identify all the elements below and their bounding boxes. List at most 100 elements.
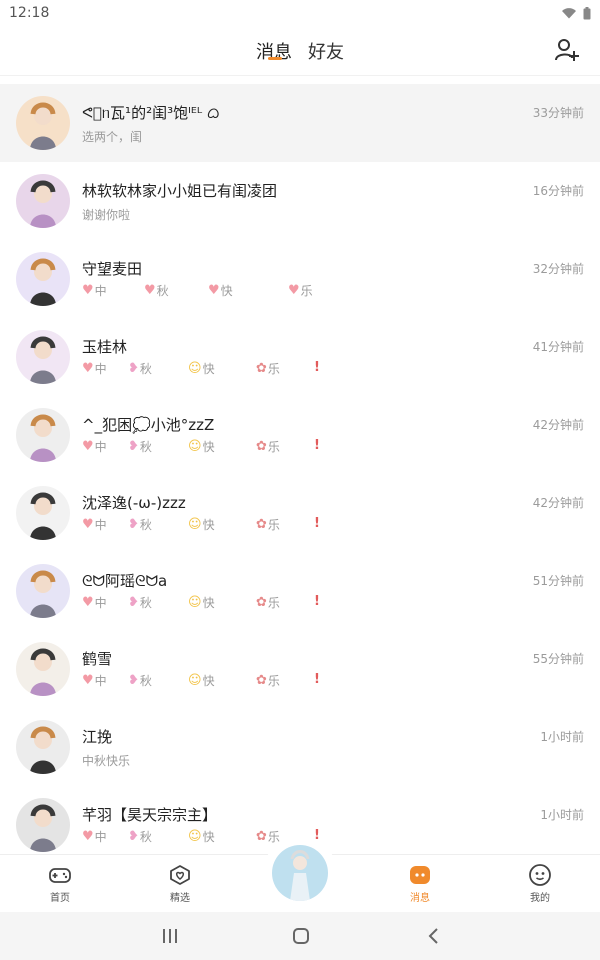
person-add-icon[interactable]: [554, 37, 580, 63]
header-divider: [0, 75, 600, 76]
back-icon[interactable]: [424, 926, 444, 946]
message-preview: ♥ 中 ❥ 秋 ☺ 快 ✿ 乐!: [82, 438, 342, 456]
message-time: 32分钟前: [532, 262, 584, 276]
message-preview: 选两个，闺: [82, 130, 143, 144]
nav-profile[interactable]: 我的: [500, 863, 580, 904]
emoji-text: 秋: [139, 830, 152, 844]
home-icon[interactable]: [291, 926, 311, 946]
emoji-text: 秋: [139, 518, 152, 532]
battery-icon: [583, 6, 591, 20]
rose-icon: ✿: [256, 595, 267, 610]
message-time: 16分钟前: [532, 184, 584, 198]
emoji-text: 快: [220, 284, 233, 298]
sparkle-heart-icon: ❥: [128, 595, 139, 610]
nav-messages-label: 消息: [410, 893, 430, 904]
emoji-text: 乐: [267, 674, 280, 688]
conversation-row[interactable]: 玉桂林 41分钟前 ♥ 中 ❥ 秋 ☺ 快 ✿ 乐!: [0, 318, 600, 396]
conversation-row[interactable]: ^_犯困💭小池°zzZ 42分钟前 ♥ 中 ❥ 秋 ☺ 快 ✿ 乐!: [0, 396, 600, 474]
heart-icon: ♥: [82, 517, 94, 532]
contact-name: ᕙ᷁ᥒ瓦¹的²闺³饱ᴵᴱᴸ ᜊ: [82, 104, 220, 122]
emoji-text: 中: [94, 284, 107, 298]
tab-friends[interactable]: 好友: [308, 38, 344, 64]
bottom-nav: 首页 精选 消息 我的: [0, 837, 600, 913]
conversation-row[interactable]: 林软软林家小小姐已有闺凌团 16分钟前谢谢你啦: [0, 162, 600, 240]
face-icon: [529, 864, 551, 886]
tab-messages[interactable]: 消息: [256, 38, 292, 64]
exclamation-icon: !: [314, 594, 320, 609]
message-time: 55分钟前: [532, 652, 584, 666]
sparkle-heart-icon: ❥: [128, 439, 139, 454]
contact-name: ᘓᗢ阿瑶ᘓᗢa: [82, 572, 168, 590]
message-preview: ♥ 中 ❥ 秋 ☺ 快 ✿ 乐!: [82, 360, 342, 378]
message-icon: [410, 866, 430, 884]
status-bar: 12:18: [0, 0, 600, 26]
smile-icon: ☺: [188, 829, 202, 844]
contact-name: 沈泽逸(-ω-)zzz: [82, 494, 186, 512]
conversation-row[interactable]: 鹤雪 55分钟前 ♥ 中 ❥ 秋 ☺ 快 ✿ 乐!: [0, 630, 600, 708]
exclamation-icon: !: [314, 516, 320, 531]
avatar[interactable]: [16, 252, 70, 306]
top-nav: 消息 好友: [0, 26, 600, 76]
message-preview: ♥ 中 ❥ 秋 ☺ 快 ✿ 乐!: [82, 516, 342, 534]
emoji-text: 快: [202, 362, 215, 376]
conversation-row[interactable]: ᘓᗢ阿瑶ᘓᗢa 51分钟前 ♥ 中 ❥ 秋 ☺ 快 ✿ 乐!: [0, 552, 600, 630]
emoji-text: 秋: [139, 362, 152, 376]
center-avatar-button[interactable]: [262, 837, 338, 913]
smile-icon: ☺: [188, 361, 202, 376]
sparkle-heart-icon: ❥: [128, 829, 139, 844]
header-tabs: 消息 好友: [0, 38, 600, 64]
contact-name: 林软软林家小小姐已有闺凌团: [82, 182, 278, 200]
avatar[interactable]: [16, 798, 70, 852]
emoji-text: 乐: [267, 518, 280, 532]
conversation-list: ᕙ᷁ᥒ瓦¹的²闺³饱ᴵᴱᴸ ᜊ 33分钟前 选两个，闺林软软林家小小姐已有闺凌团 16…: [0, 84, 600, 864]
heart-icon: ♥: [82, 361, 94, 376]
wifi-icon: [561, 7, 577, 19]
heart-icon: ♥: [288, 283, 300, 298]
avatar[interactable]: [16, 330, 70, 384]
nav-home-label: 首页: [50, 893, 70, 904]
avatar[interactable]: [16, 486, 70, 540]
avatar[interactable]: [16, 564, 70, 618]
recent-apps-icon[interactable]: [160, 926, 180, 946]
conversation-row[interactable]: 守望麦田 32分钟前 ♥ 中 ♥ 秋 ♥ 快 ♥ 乐: [0, 240, 600, 318]
message-preview: 谢谢你啦: [82, 208, 131, 222]
emoji-text: 乐: [267, 596, 280, 610]
emoji-text: 快: [202, 440, 215, 454]
sparkle-heart-icon: ❥: [128, 517, 139, 532]
message-preview: ♥ 中 ❥ 秋 ☺ 快 ✿ 乐!: [82, 672, 342, 690]
nav-featured[interactable]: 精选: [140, 863, 220, 904]
exclamation-icon: !: [314, 360, 320, 375]
conversation-row[interactable]: 沈泽逸(-ω-)zzz 42分钟前 ♥ 中 ❥ 秋 ☺ 快 ✿ 乐!: [0, 474, 600, 552]
emoji-text: 中: [94, 518, 107, 532]
heart-icon: ♥: [82, 829, 94, 844]
rose-icon: ✿: [256, 361, 267, 376]
message-preview: ♥ 中 ♥ 秋 ♥ 快 ♥ 乐: [82, 282, 342, 300]
emoji-text: 乐: [300, 284, 313, 298]
avatar[interactable]: [16, 720, 70, 774]
avatar[interactable]: [16, 408, 70, 462]
sparkle-heart-icon: ❥: [128, 361, 139, 376]
emoji-text: 秋: [156, 284, 169, 298]
rose-icon: ✿: [256, 517, 267, 532]
emoji-text: 快: [202, 674, 215, 688]
nav-profile-label: 我的: [530, 893, 550, 904]
message-preview: 中秋快乐: [82, 754, 131, 768]
rose-icon: ✿: [256, 439, 267, 454]
nav-messages[interactable]: 消息: [380, 863, 460, 904]
emoji-text: 秋: [139, 674, 152, 688]
nav-featured-label: 精选: [170, 893, 190, 904]
message-preview: ♥ 中 ❥ 秋 ☺ 快 ✿ 乐!: [82, 594, 342, 612]
smile-icon: ☺: [188, 517, 202, 532]
contact-name: 江挽: [82, 728, 113, 746]
conversation-row[interactable]: 江挽 1小时前 中秋快乐: [0, 708, 600, 786]
sparkle-heart-icon: ❥: [128, 673, 139, 688]
emoji-text: 中: [94, 596, 107, 610]
conversation-row[interactable]: ᕙ᷁ᥒ瓦¹的²闺³饱ᴵᴱᴸ ᜊ 33分钟前 选两个，闺: [0, 84, 600, 162]
avatar[interactable]: [16, 96, 70, 150]
emoji-text: 中: [94, 674, 107, 688]
avatar[interactable]: [16, 642, 70, 696]
message-time: 42分钟前: [532, 418, 584, 432]
contact-name: 守望麦田: [82, 260, 143, 278]
nav-home[interactable]: 首页: [20, 863, 100, 904]
avatar[interactable]: [16, 174, 70, 228]
